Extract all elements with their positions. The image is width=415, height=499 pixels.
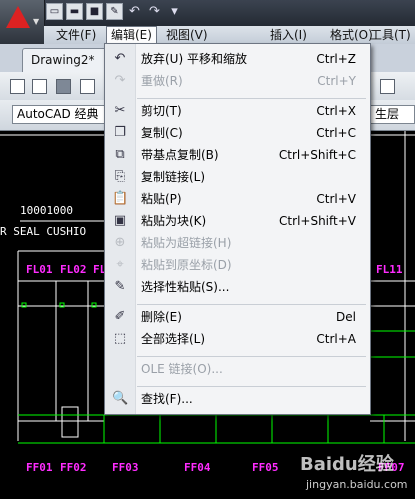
menu-view[interactable]: 视图(V) <box>162 26 212 44</box>
menu-item-select-all[interactable]: ⬚ 全部选择(L) Ctrl+A <box>107 328 368 350</box>
label-ff02: FF02 <box>60 461 87 474</box>
find-icon: 🔍 <box>112 391 129 406</box>
copy-icon: ❐ <box>114 125 126 140</box>
quick-access-toolbar: ▭ ▬ ■ ✎ ↶ ↷ ▾ <box>46 3 183 21</box>
menu-item-paste-block[interactable]: ▣ 粘贴为块(K) Ctrl+Shift+V <box>107 210 368 232</box>
print-icon[interactable] <box>80 79 95 94</box>
copy-link-icon: ⎘ <box>114 169 126 184</box>
more-icon[interactable]: ▾ <box>166 3 183 20</box>
edit-menu-dropdown: ↶ 放弃(U) 平移和缩放 Ctrl+Z ↷ 重做(R) Ctrl+Y ✂ 剪切… <box>104 43 371 415</box>
new-icon[interactable]: ▭ <box>46 3 63 20</box>
menu-file[interactable]: 文件(F) <box>52 26 100 44</box>
tab-drawing2[interactable]: Drawing2* <box>22 48 112 72</box>
save-icon[interactable]: ■ <box>86 3 103 20</box>
menu-item-paste-hyperlink: ⊕ 粘贴为超链接(H) <box>107 232 368 254</box>
copy-basepoint-icon: ⧉ <box>115 147 125 162</box>
paste-hyperlink-icon: ⊕ <box>114 235 126 250</box>
saveas-icon[interactable]: ✎ <box>106 3 123 20</box>
workspace-select[interactable]: AutoCAD 经典 <box>12 105 108 124</box>
menu-item-erase[interactable]: ✐ 删除(E) Del <box>107 306 368 328</box>
label-ff05: FF05 <box>252 461 279 474</box>
watermark: Baidu经验 jingyan.baidu.com <box>300 448 412 496</box>
application-menu-button[interactable]: ▼ <box>0 0 45 44</box>
new-icon[interactable] <box>10 79 25 94</box>
watermark-brand: Baidu经验 <box>300 454 394 475</box>
paste-block-icon: ▣ <box>113 213 127 228</box>
menu-item-redo: ↷ 重做(R) Ctrl+Y <box>107 70 368 92</box>
seal-text: R SEAL CUSHIO <box>0 225 87 238</box>
menu-item-paste-special[interactable]: ✎ 选择性粘贴(S)... <box>107 276 368 298</box>
menu-item-paste[interactable]: 📋 粘贴(P) Ctrl+V <box>107 188 368 210</box>
watermark-url: jingyan.baidu.com <box>306 478 408 491</box>
menu-item-ole-links: OLE 链接(O)... <box>141 362 223 376</box>
autocad-logo-icon <box>6 6 30 28</box>
undo-icon: ↶ <box>114 51 126 66</box>
undo-icon[interactable]: ↶ <box>126 3 143 20</box>
toolbar-icon[interactable] <box>380 79 395 94</box>
menu-tools[interactable]: 工具(T) <box>366 26 415 44</box>
menu-item-copy-link[interactable]: ⎘ 复制链接(L) <box>107 166 368 188</box>
menu-separator <box>137 304 366 305</box>
erase-icon: ✐ <box>114 309 126 324</box>
menu-item-find[interactable]: 🔍 查找(F)... <box>107 388 368 410</box>
label-ff03: FF03 <box>112 461 139 474</box>
redo-icon[interactable]: ↷ <box>146 3 163 20</box>
open-icon[interactable]: ▬ <box>66 3 83 20</box>
layer-select[interactable]: 生层 <box>370 105 415 124</box>
open-icon[interactable] <box>32 79 47 94</box>
paste-orig-coords-icon: ⌖ <box>116 257 124 272</box>
dimension-text: 10001000 <box>20 204 73 217</box>
redo-icon: ↷ <box>114 73 126 88</box>
menu-separator <box>137 356 366 357</box>
select-all-icon: ⬚ <box>113 331 127 346</box>
label-fl11: FL11 <box>376 263 403 276</box>
cut-icon: ✂ <box>114 103 126 118</box>
menu-item-paste-orig-coords: ⌖ 粘贴到原坐标(D) <box>107 254 368 276</box>
label-fl01: FL01 <box>26 263 53 276</box>
menu-item-copy[interactable]: ❐ 复制(C) Ctrl+C <box>107 122 368 144</box>
menu-separator <box>137 386 366 387</box>
menu-item-copy-basepoint[interactable]: ⧉ 带基点复制(B) Ctrl+Shift+C <box>107 144 368 166</box>
save-icon[interactable] <box>56 79 71 94</box>
menu-separator <box>137 98 366 99</box>
label-fl02: FL02 <box>60 263 87 276</box>
label-ff01: FF01 <box>26 461 53 474</box>
menu-item-cut[interactable]: ✂ 剪切(T) Ctrl+X <box>107 100 368 122</box>
menu-insert[interactable]: 插入(I) <box>266 26 311 44</box>
paste-special-icon: ✎ <box>114 279 126 294</box>
paste-icon: 📋 <box>112 191 129 206</box>
chevron-down-icon: ▼ <box>33 17 40 26</box>
label-ff04: FF04 <box>184 461 211 474</box>
menu-item-undo[interactable]: ↶ 放弃(U) 平移和缩放 Ctrl+Z <box>107 48 368 70</box>
